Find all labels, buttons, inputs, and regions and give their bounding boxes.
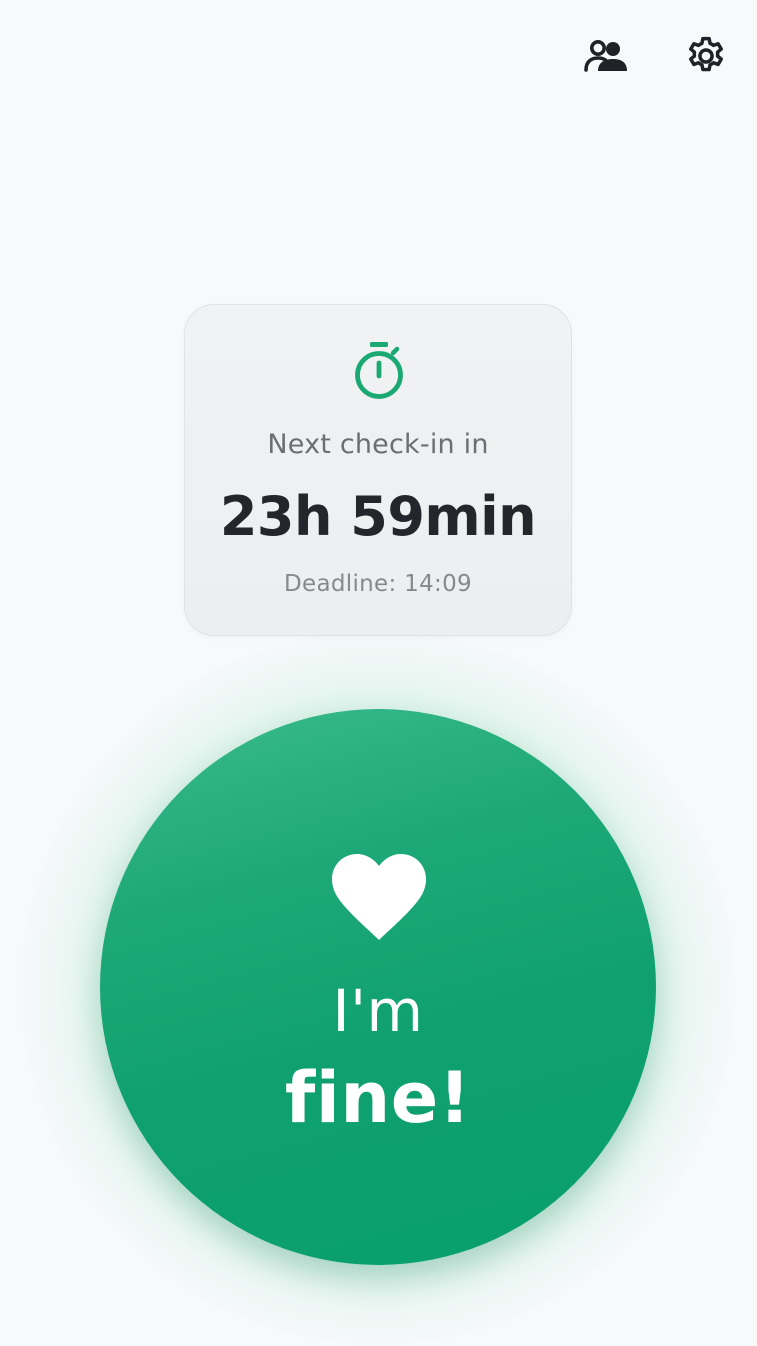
deadline-text: Deadline: 14:09 bbox=[284, 571, 472, 597]
button-label-line1: I'm bbox=[332, 977, 424, 1045]
next-checkin-label: Next check-in in bbox=[267, 429, 489, 460]
button-label-line2: fine! bbox=[284, 1057, 472, 1139]
stopwatch-icon bbox=[355, 342, 403, 399]
contacts-icon bbox=[584, 40, 627, 72]
countdown-value: 23h 59min bbox=[219, 485, 537, 548]
top-bar bbox=[0, 0, 757, 110]
im-fine-button[interactable]: I'm fine! bbox=[100, 709, 656, 1265]
settings-button[interactable] bbox=[678, 28, 734, 84]
contacts-button[interactable] bbox=[578, 28, 634, 84]
heart-icon bbox=[332, 854, 426, 940]
gear-icon bbox=[689, 36, 723, 72]
checkin-status-card: Next check-in in 23h 59min Deadline: 14:… bbox=[184, 304, 572, 636]
